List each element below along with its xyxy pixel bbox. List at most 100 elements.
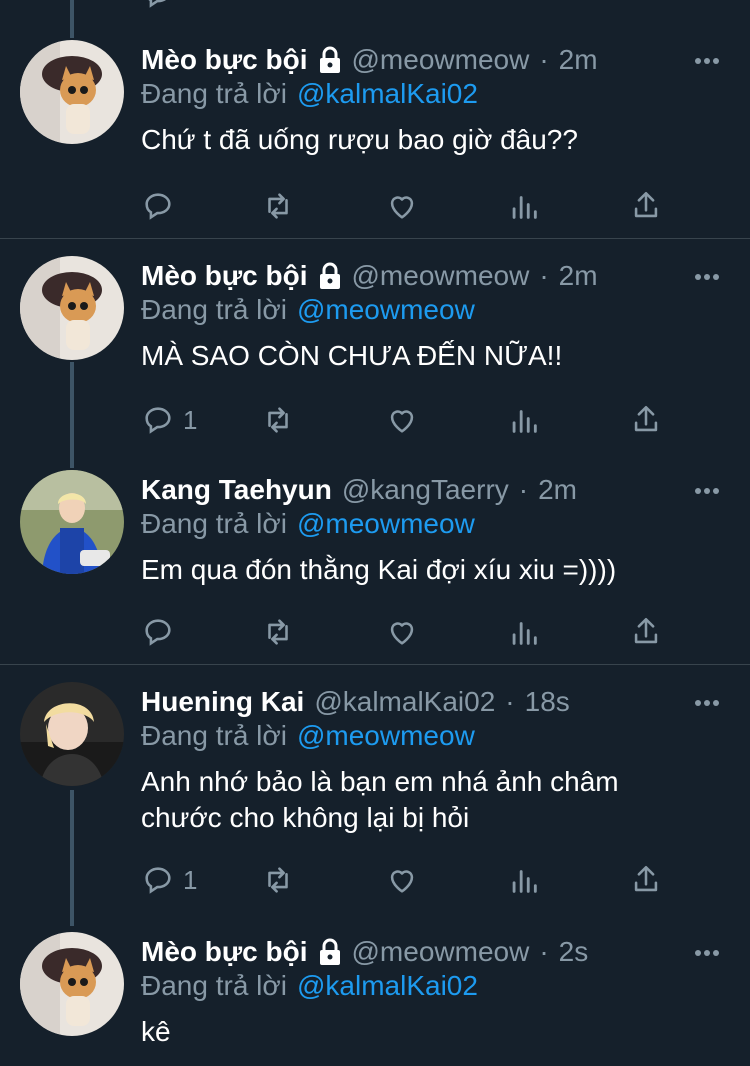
replying-to: Đang trả lời @kalmalKai02	[141, 970, 478, 1002]
mention-link[interactable]: @meowmeow	[297, 508, 475, 539]
lock-icon	[318, 938, 342, 966]
reply-count: 1	[183, 404, 198, 435]
handle[interactable]: @meowmeow	[352, 936, 530, 968]
share-icon	[634, 617, 658, 644]
replying-to: Đang trả lời @meowmeow	[141, 508, 475, 540]
timestamp[interactable]: 2m	[559, 260, 598, 292]
action-bar	[141, 188, 671, 224]
tweet[interactable]: Kang Taehyun @kangTaerry · 2m Đang trả l…	[0, 470, 750, 666]
display-name[interactable]: Kang Taehyun	[141, 474, 332, 506]
tweet-text: Chứ t đã uống rượu bao giờ đâu??	[141, 124, 578, 155]
like-button[interactable]	[385, 862, 419, 898]
retweet-icon	[268, 407, 288, 433]
like-button[interactable]	[385, 614, 419, 650]
more-options-icon[interactable]	[694, 690, 720, 716]
retweet-button[interactable]	[261, 188, 295, 224]
thread-line	[70, 0, 74, 38]
retweet-icon	[268, 193, 288, 219]
action-bar: 1	[141, 402, 671, 438]
like-button[interactable]	[385, 402, 419, 438]
timestamp[interactable]: 2m	[559, 44, 598, 76]
share-icon	[634, 191, 658, 218]
timestamp[interactable]: 18s	[525, 686, 570, 718]
divider	[0, 238, 750, 239]
handle[interactable]: @meowmeow	[352, 44, 530, 76]
display-name[interactable]: Mèo bực bội	[141, 936, 308, 968]
avatar[interactable]	[20, 932, 124, 1036]
analytics-button[interactable]	[507, 862, 541, 898]
analytics-button[interactable]	[507, 188, 541, 224]
tweet-text: kê	[141, 1016, 171, 1047]
replying-to: Đang trả lời @meowmeow	[141, 294, 475, 326]
tweet-text: Anh nhớ bảo là bạn em nhá ảnh châm chước…	[141, 766, 619, 833]
lock-icon	[318, 262, 342, 290]
replying-label: Đang trả lời	[141, 720, 287, 751]
cat-avatar-icon	[20, 932, 124, 1036]
replying-to: Đang trả lời @meowmeow	[141, 720, 475, 752]
analytics-button[interactable]	[507, 614, 541, 650]
separator-dot: ·	[539, 44, 549, 75]
avatar[interactable]	[20, 256, 124, 360]
mention-link[interactable]: @kalmalKai02	[297, 78, 478, 109]
more-options-icon[interactable]	[694, 478, 720, 504]
heart-icon	[390, 622, 414, 645]
tweet[interactable]: Mèo bực bội @meowmeow · 2m Đang trả lời @…	[0, 40, 750, 238]
separator-dot: ·	[505, 686, 515, 717]
mention-link[interactable]: @meowmeow	[297, 294, 475, 325]
display-name[interactable]: Mèo bực bội	[141, 44, 308, 76]
heart-icon	[390, 410, 414, 433]
replying-label: Đang trả lời	[141, 78, 287, 109]
retweet-button[interactable]	[261, 862, 295, 898]
share-button[interactable]	[629, 862, 663, 898]
reply-icon	[145, 193, 171, 220]
avatar[interactable]	[20, 470, 124, 574]
person-avatar-icon	[20, 470, 124, 574]
separator-dot: ·	[518, 474, 529, 505]
handle[interactable]: @kangTaerry	[342, 474, 509, 506]
heart-icon	[390, 870, 414, 893]
share-button[interactable]	[629, 402, 663, 438]
reply-button[interactable]	[141, 188, 183, 224]
tweet[interactable]: Huening Kai @kalmalKai02 · 18s Đang trả …	[0, 682, 750, 918]
tweet-text: Em qua đón thằng Kai đợi xíu xiu =))))	[141, 554, 617, 585]
retweet-button[interactable]	[261, 402, 295, 438]
replying-label: Đang trả lời	[141, 970, 287, 1001]
analytics-icon	[512, 196, 537, 219]
timestamp[interactable]: 2m	[538, 474, 577, 506]
tweet[interactable]: Mèo bực bội @meowmeow · 2s Đang trả lời @…	[0, 932, 750, 1066]
reply-icon	[145, 407, 171, 434]
retweet-button[interactable]	[261, 614, 295, 650]
retweet-icon	[268, 867, 288, 893]
timestamp[interactable]: 2s	[559, 936, 589, 968]
share-button[interactable]	[629, 614, 663, 650]
reply-button[interactable]	[141, 614, 183, 650]
separator-dot: ·	[539, 260, 549, 291]
like-button[interactable]	[385, 188, 419, 224]
more-options-icon[interactable]	[694, 48, 720, 74]
reply-button[interactable]: 1	[141, 862, 197, 898]
share-icon	[634, 405, 658, 432]
cat-avatar-icon	[20, 256, 124, 360]
display-name[interactable]: Huening Kai	[141, 686, 304, 718]
handle[interactable]: @kalmalKai02	[314, 686, 495, 718]
avatar[interactable]	[20, 682, 124, 786]
tweet[interactable]: Mèo bực bội @meowmeow · 2m Đang trả lời @…	[0, 256, 750, 456]
heart-icon	[390, 196, 414, 219]
mention-link[interactable]: @kalmalKai02	[297, 970, 478, 1001]
share-icon	[634, 865, 658, 892]
share-button[interactable]	[629, 188, 663, 224]
reply-button[interactable]: 1	[141, 402, 197, 438]
more-options-icon[interactable]	[694, 264, 720, 290]
replying-to: Đang trả lời @kalmalKai02	[141, 78, 478, 110]
avatar[interactable]	[20, 40, 124, 144]
person-avatar-icon	[20, 682, 124, 786]
cat-avatar-icon	[20, 40, 124, 144]
display-name[interactable]: Mèo bực bội	[141, 260, 308, 292]
mention-link[interactable]: @meowmeow	[297, 720, 475, 751]
analytics-button[interactable]	[507, 402, 541, 438]
more-options-icon[interactable]	[694, 940, 720, 966]
separator-dot: ·	[539, 936, 549, 967]
handle[interactable]: @meowmeow	[352, 260, 530, 292]
analytics-icon	[512, 622, 537, 645]
lock-icon	[318, 46, 342, 74]
